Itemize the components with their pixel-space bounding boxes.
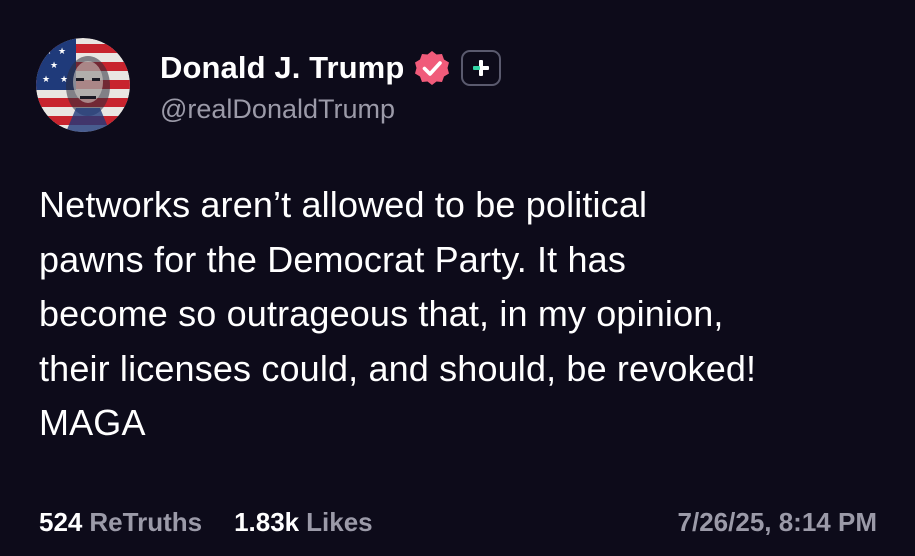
plus-icon: [473, 59, 490, 76]
author-display-name[interactable]: Donald J. Trump: [160, 50, 404, 86]
likes-stat[interactable]: 1.83k Likes: [234, 507, 373, 538]
retruths-label: ReTruths: [89, 506, 203, 537]
post-header: ★ ★ ★ ★ ★ Donald J. Trump @realDonaldTru…: [36, 38, 502, 132]
post-card: ★ ★ ★ ★ ★ Donald J. Trump @realDonaldTru…: [0, 0, 915, 556]
svg-text:★: ★: [42, 75, 50, 85]
follow-button[interactable]: [461, 49, 502, 86]
verified-badge-icon: [413, 49, 451, 87]
avatar[interactable]: ★ ★ ★ ★ ★: [36, 38, 130, 132]
svg-text:★: ★: [58, 47, 66, 57]
author-names: Donald J. Trump @realDonaldTrump: [160, 46, 502, 125]
likes-label: Likes: [306, 506, 373, 537]
retruths-count: 524: [39, 506, 83, 537]
author-handle[interactable]: @realDonaldTrump: [160, 94, 501, 125]
post-timestamp[interactable]: 7/26/25, 8:14 PM: [678, 507, 877, 538]
likes-count: 1.83k: [234, 506, 300, 537]
post-body-text: Networks aren’t allowed to be political …: [39, 184, 757, 443]
post-footer: 524 ReTruths 1.83k Likes 7/26/25, 8:14 P…: [39, 502, 877, 542]
svg-text:★: ★: [50, 61, 58, 71]
retruths-stat[interactable]: 524 ReTruths: [39, 507, 202, 538]
svg-text:★: ★: [44, 47, 52, 57]
name-row: Donald J. Trump: [160, 46, 502, 90]
